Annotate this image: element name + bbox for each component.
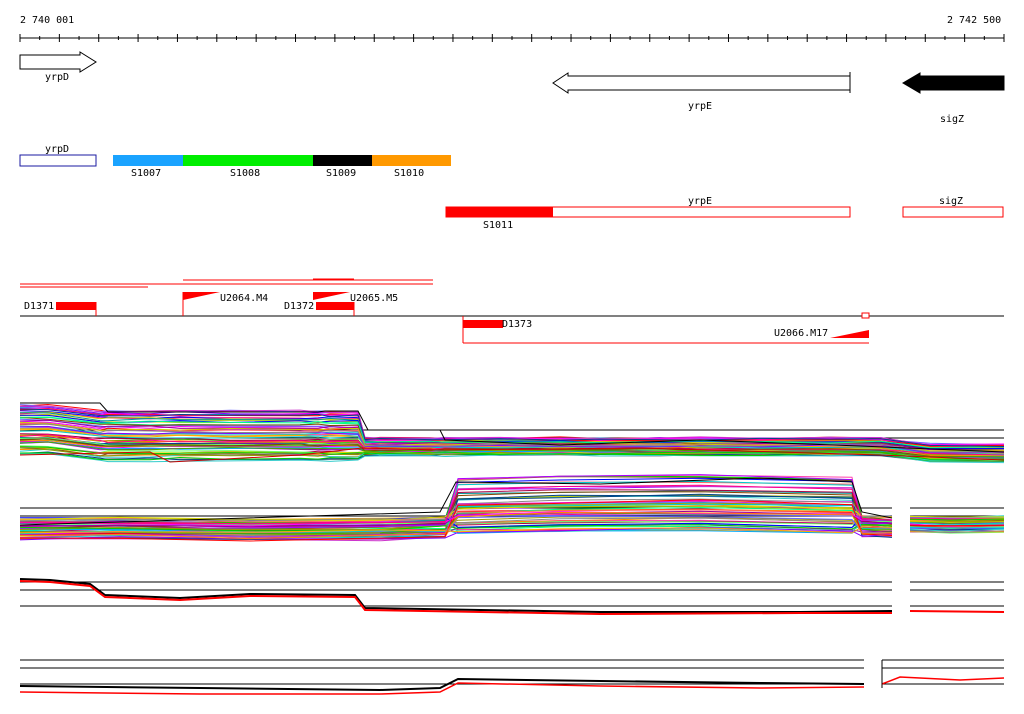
expression-profile-line — [881, 676, 1005, 685]
feature-d1373[interactable] — [463, 320, 503, 328]
feature-label-d1371: D1371 — [24, 301, 54, 312]
segment-s1011[interactable] — [446, 207, 553, 217]
segment-yrpD-box[interactable] — [19, 154, 97, 167]
expression-profile-line — [909, 524, 1005, 527]
segment-s1010[interactable] — [372, 155, 451, 166]
segment-label-s1008: S1008 — [230, 168, 260, 179]
expression-profile-line — [909, 610, 1005, 613]
gene-arrow-sigZ[interactable] — [902, 72, 1005, 94]
gene-label-yrpE: yrpE — [688, 101, 712, 112]
feature-d1371[interactable] — [56, 302, 96, 310]
expression-profile-line — [909, 516, 1005, 518]
feature-u2065-wedge[interactable] — [313, 292, 350, 300]
ruler-start-label: 2 740 001 — [20, 15, 74, 26]
gene-arrow-yrpE[interactable] — [552, 72, 851, 94]
segment-sigZ-box[interactable] — [902, 206, 1004, 218]
expression-profile-line — [19, 578, 893, 613]
feature-label-d1372: D1372 — [284, 301, 314, 312]
expression-profile-panel-2 — [19, 474, 1005, 542]
segment-track: yrpD S1007 S1008 S1009 S1010 yrpE S1011 … — [19, 144, 1004, 231]
expression-profile-panel-3 — [19, 578, 1005, 616]
gene-arrow-yrpD[interactable] — [19, 51, 97, 73]
segment-s1009[interactable] — [313, 155, 372, 166]
segment-label-s1010: S1010 — [394, 168, 424, 179]
feature-d1372[interactable] — [316, 302, 354, 310]
segment-label-sigZ-top: sigZ — [939, 196, 963, 207]
segment-s1008[interactable] — [183, 155, 313, 166]
feature-label-d1373: D1373 — [502, 319, 532, 330]
feature-u2066-cap — [861, 312, 870, 319]
feature-label-u2066: U2066.M17 — [774, 328, 828, 339]
segment-label-yrpD-top: yrpD — [45, 144, 69, 155]
feature-label-u2064: U2064.M4 — [220, 293, 268, 304]
segment-label-s1007: S1007 — [131, 168, 161, 179]
feature-u2064-wedge[interactable] — [183, 292, 220, 300]
coordinate-ruler: 2 740 001 2 742 500 — [19, 15, 1005, 42]
expression-profile-line — [19, 682, 865, 695]
gene-track: yrpD yrpE sigZ — [19, 51, 1005, 125]
gene-label-sigZ: sigZ — [940, 114, 964, 125]
expression-profile-panel-1 — [19, 402, 1005, 464]
segment-label-s1011: S1011 — [483, 220, 513, 231]
segment-label-s1009: S1009 — [326, 168, 356, 179]
expression-profile-panel-4 — [19, 659, 1005, 695]
feature-label-u2065: U2065.M5 — [350, 293, 398, 304]
segment-label-yrpE-top: yrpE — [688, 196, 712, 207]
segment-s1007[interactable] — [113, 155, 183, 166]
feature-track: D1371 U2064.M4 U2065.M5 D1372 D1373 U206… — [20, 278, 1004, 344]
ruler-end-label: 2 742 500 — [947, 15, 1001, 26]
gene-label-yrpD: yrpD — [45, 72, 69, 83]
feature-u2066-wedge[interactable] — [830, 330, 869, 338]
genome-browser-view: 2 740 001 2 742 500 yrpD yrpE sigZ yrpD … — [19, 15, 1005, 695]
